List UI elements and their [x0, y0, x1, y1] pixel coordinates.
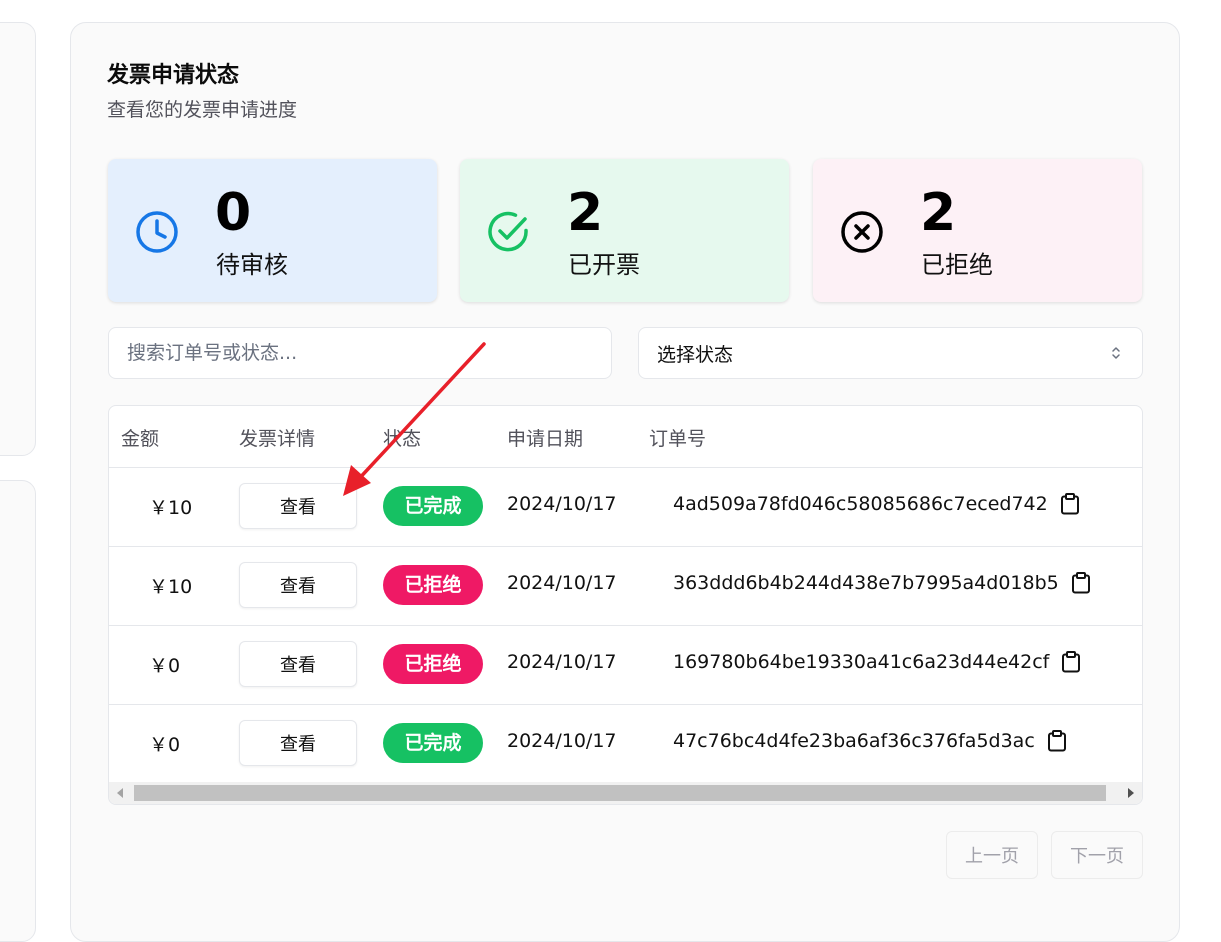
table-row: ￥0 查看 已拒绝 2024/10/17 169780b64be19330a41… [109, 625, 1142, 705]
header-amount: 金额 [121, 428, 160, 450]
search-input[interactable] [108, 327, 612, 379]
next-page-button[interactable]: 下一页 [1051, 831, 1143, 879]
clipboard-icon[interactable] [1060, 493, 1080, 515]
row-order: 363ddd6b4b244d438e7b7995a4d018b5 [673, 572, 1091, 594]
header-status: 状态 [383, 428, 422, 450]
clipboard-icon[interactable] [1047, 730, 1067, 752]
view-button[interactable]: 查看 [239, 641, 357, 687]
stat-rejected-label: 已拒绝 [921, 251, 993, 279]
status-badge: 已拒绝 [383, 644, 483, 684]
view-button[interactable]: 查看 [239, 483, 357, 529]
stat-rejected-value: 2 [920, 183, 957, 243]
stat-pending-label: 待审核 [216, 251, 288, 279]
stat-card-pending: 0 待审核 [108, 159, 437, 302]
row-date: 2024/10/17 [507, 493, 617, 515]
status-select-value: 选择状态 [657, 343, 734, 366]
row-order: 4ad509a78fd046c58085686c7eced742 [673, 493, 1080, 515]
clock-icon [136, 211, 178, 253]
view-button[interactable]: 查看 [239, 562, 357, 608]
left-sidebar-card-bottom [0, 480, 36, 942]
row-order: 47c76bc4d4fe23ba6af36c376fa5d3ac [673, 730, 1067, 752]
table-row: ￥0 查看 已完成 2024/10/17 47c76bc4d4fe23ba6af… [109, 704, 1142, 784]
row-amount: ￥10 [149, 576, 193, 598]
order-number: 4ad509a78fd046c58085686c7eced742 [673, 493, 1048, 515]
horizontal-scrollbar[interactable] [109, 782, 1142, 804]
row-amount: ￥0 [149, 734, 181, 756]
x-circle-icon [841, 211, 883, 253]
header-date: 申请日期 [507, 428, 584, 450]
view-button[interactable]: 查看 [239, 720, 357, 766]
row-date: 2024/10/17 [507, 730, 617, 752]
stat-issued-value: 2 [567, 183, 604, 243]
scroll-right-arrow-icon[interactable] [1128, 788, 1134, 798]
prev-page-button[interactable]: 上一页 [946, 831, 1038, 879]
order-number: 169780b64be19330a41c6a23d44e42cf [673, 651, 1050, 673]
header-order: 订单号 [649, 428, 707, 450]
table-row: ￥10 查看 已完成 2024/10/17 4ad509a78fd046c580… [109, 467, 1142, 547]
clipboard-icon[interactable] [1061, 651, 1081, 673]
scroll-left-arrow-icon[interactable] [117, 788, 123, 798]
invoice-status-panel: 发票申请状态 查看您的发票申请进度 0 待审核 2 已开票 2 已拒绝 选择状态 [70, 22, 1180, 942]
stat-issued-label: 已开票 [568, 251, 640, 279]
left-sidebar-card-top [0, 22, 36, 456]
status-badge: 已完成 [383, 723, 483, 763]
chevron-up-down-icon [1112, 347, 1120, 359]
clipboard-icon[interactable] [1071, 572, 1091, 594]
row-date: 2024/10/17 [507, 651, 617, 673]
invoice-table: 金额 发票详情 状态 申请日期 订单号 ￥10 查看 已完成 2024/10/1… [108, 405, 1143, 805]
panel-title: 发票申请状态 [107, 63, 240, 88]
row-date: 2024/10/17 [507, 572, 617, 594]
stat-card-rejected: 2 已拒绝 [813, 159, 1142, 302]
status-badge: 已完成 [383, 486, 483, 526]
header-details: 发票详情 [239, 428, 316, 450]
order-number: 47c76bc4d4fe23ba6af36c376fa5d3ac [673, 730, 1035, 752]
status-select[interactable]: 选择状态 [638, 327, 1143, 379]
order-number: 363ddd6b4b244d438e7b7995a4d018b5 [673, 572, 1059, 594]
row-order: 169780b64be19330a41c6a23d44e42cf [673, 651, 1081, 673]
status-badge: 已拒绝 [383, 565, 483, 605]
panel-subtitle: 查看您的发票申请进度 [107, 99, 298, 121]
scrollbar-thumb[interactable] [134, 785, 1106, 801]
table-header: 金额 发票详情 状态 申请日期 订单号 [109, 406, 1142, 468]
stat-pending-value: 0 [215, 183, 252, 243]
check-circle-icon [488, 211, 528, 252]
row-amount: ￥10 [149, 497, 193, 519]
table-row: ￥10 查看 已拒绝 2024/10/17 363ddd6b4b244d438e… [109, 546, 1142, 626]
row-amount: ￥0 [149, 655, 181, 677]
stat-card-issued: 2 已开票 [460, 159, 789, 302]
